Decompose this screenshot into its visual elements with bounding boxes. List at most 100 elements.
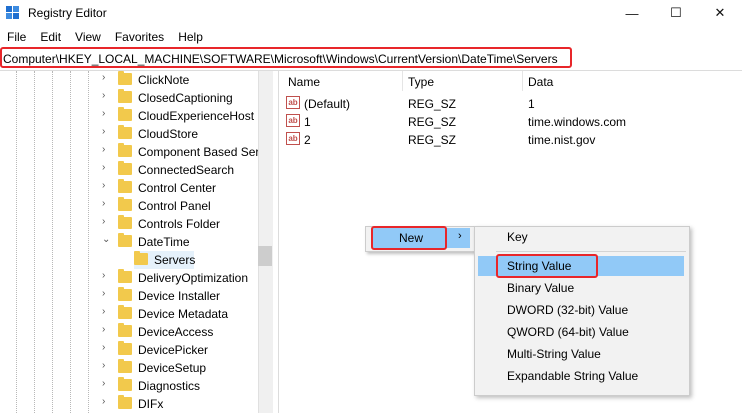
value-name: 1 <box>304 115 311 129</box>
value-row[interactable]: ab 1 REG_SZ time.windows.com <box>280 113 742 131</box>
tree-item-clicknote[interactable]: › ClickNote <box>0 71 258 89</box>
column-name[interactable]: Name <box>288 75 320 89</box>
chevron-right-icon[interactable]: › <box>102 180 105 191</box>
tree-item-closedcaptioning[interactable]: › ClosedCaptioning <box>0 89 258 107</box>
tree-item-label: DateTime <box>138 235 190 249</box>
folder-icon <box>118 107 132 121</box>
chevron-right-icon[interactable]: › <box>102 306 105 317</box>
value-data: time.windows.com <box>528 115 627 129</box>
column-data[interactable]: Data <box>528 75 553 89</box>
folder-icon <box>118 215 132 229</box>
tree-item-difx[interactable]: › DIFx <box>0 395 258 413</box>
tree-item-devicesetup[interactable]: › DeviceSetup <box>0 359 258 377</box>
tree-item-controls-folder[interactable]: › Controls Folder <box>0 215 258 233</box>
chevron-right-icon[interactable]: › <box>102 324 105 335</box>
tree-item-label: DeviceAccess <box>138 325 214 339</box>
menu-help[interactable]: Help <box>171 28 210 46</box>
string-value-icon: ab <box>286 132 300 145</box>
tree-item-label: Diagnostics <box>138 379 201 393</box>
tree-item-control-panel[interactable]: › Control Panel <box>0 197 258 215</box>
registry-tree[interactable]: › ClickNote › ClosedCaptioning › CloudExperie… <box>0 71 258 413</box>
submenu-item-binary-value[interactable]: Binary Value <box>507 281 574 295</box>
submenu-item-expandable-string-value[interactable]: Expandable String Value <box>507 369 638 383</box>
folder-icon <box>118 89 132 103</box>
menu-edit[interactable]: Edit <box>33 28 68 46</box>
chevron-right-icon[interactable]: › <box>102 198 105 209</box>
value-row[interactable]: ab (Default) REG_SZ 1 <box>280 95 742 113</box>
chevron-right-icon[interactable]: › <box>102 72 105 83</box>
tree-item-label: Control Center <box>138 181 217 195</box>
tree-item-datetime[interactable]: ⌄ DateTime <box>0 233 258 251</box>
folder-icon <box>118 71 132 85</box>
chevron-right-icon[interactable]: › <box>102 378 105 389</box>
tree-item-cloudexperiencehost[interactable]: › CloudExperienceHost <box>0 107 258 125</box>
value-row[interactable]: ab 2 REG_SZ time.nist.gov <box>280 131 742 149</box>
tree-item-deviceaccess[interactable]: › DeviceAccess <box>0 323 258 341</box>
folder-icon <box>118 395 132 409</box>
tree-item-label: Device Metadata <box>138 307 229 321</box>
chevron-down-icon[interactable]: ⌄ <box>102 234 110 245</box>
submenu-item-dword-32-bit-value[interactable]: DWORD (32-bit) Value <box>507 303 628 317</box>
tree-scrollbar[interactable] <box>258 71 273 413</box>
column-separator[interactable] <box>402 71 403 91</box>
chevron-right-icon[interactable]: › <box>102 162 105 173</box>
string-value-highlight-box <box>496 254 598 278</box>
value-data: 1 <box>528 97 535 111</box>
tree-item-label: Component Based Serv <box>138 145 258 159</box>
value-name: 2 <box>304 133 311 147</box>
chevron-right-icon[interactable]: › <box>102 360 105 371</box>
chevron-right-icon[interactable]: › <box>102 108 105 119</box>
tree-item-deliveryoptimization[interactable]: › DeliveryOptimization <box>0 269 258 287</box>
submenu-item-key[interactable]: Key <box>507 230 528 244</box>
tree-item-label: Device Installer <box>138 289 221 303</box>
folder-icon <box>134 251 148 265</box>
tree-item-connectedsearch[interactable]: › ConnectedSearch <box>0 161 258 179</box>
value-type: REG_SZ <box>408 133 457 147</box>
chevron-right-icon[interactable]: › <box>102 396 105 407</box>
minimize-button[interactable]: — <box>610 0 654 26</box>
tree-item-label: DeviceSetup <box>138 361 207 375</box>
tree-scroll-thumb[interactable] <box>258 246 272 266</box>
chevron-right-icon[interactable]: › <box>102 342 105 353</box>
chevron-right-icon[interactable]: › <box>102 144 105 155</box>
tree-item-cloudstore[interactable]: › CloudStore <box>0 125 258 143</box>
close-button[interactable]: ✕ <box>698 0 742 26</box>
menu-view[interactable]: View <box>68 28 108 46</box>
value-type: REG_SZ <box>408 115 457 129</box>
tree-item-label: ClosedCaptioning <box>138 91 233 105</box>
column-separator[interactable] <box>522 71 523 91</box>
chevron-right-icon: › <box>458 230 462 242</box>
tree-item-device-installer[interactable]: › Device Installer <box>0 287 258 305</box>
menu-file[interactable]: File <box>0 28 33 46</box>
tree-item-control-center[interactable]: › Control Center <box>0 179 258 197</box>
tree-item-component-based-serv[interactable]: › Component Based Serv <box>0 143 258 161</box>
folder-icon <box>118 323 132 337</box>
chevron-right-icon[interactable]: › <box>102 90 105 101</box>
folder-icon <box>118 359 132 373</box>
tree-item-label: ConnectedSearch <box>138 163 235 177</box>
tree-item-diagnostics[interactable]: › Diagnostics <box>0 377 258 395</box>
address-highlight-box <box>0 47 572 68</box>
folder-icon <box>118 269 132 283</box>
chevron-right-icon[interactable]: › <box>102 216 105 227</box>
folder-icon <box>118 161 132 175</box>
tree-item-devicepicker[interactable]: › DevicePicker <box>0 341 258 359</box>
maximize-button[interactable]: ☐ <box>654 0 698 26</box>
pane-divider[interactable] <box>278 71 279 413</box>
tree-item-label: Controls Folder <box>138 217 221 231</box>
folder-icon <box>118 341 132 355</box>
tree-item-servers[interactable]: Servers <box>0 251 258 269</box>
chevron-right-icon[interactable]: › <box>102 288 105 299</box>
folder-icon <box>118 377 132 391</box>
column-type[interactable]: Type <box>408 75 434 89</box>
title-bar: Registry Editor — ☐ ✕ <box>0 0 742 26</box>
submenu-item-multi-string-value[interactable]: Multi-String Value <box>507 347 601 361</box>
value-type: REG_SZ <box>408 97 457 111</box>
chevron-right-icon[interactable]: › <box>102 270 105 281</box>
menu-bar: File Edit View Favorites Help <box>0 28 210 46</box>
tree-item-label: ClickNote <box>138 73 190 87</box>
submenu-item-qword-64-bit-value[interactable]: QWORD (64-bit) Value <box>507 325 629 339</box>
menu-favorites[interactable]: Favorites <box>108 28 171 46</box>
chevron-right-icon[interactable]: › <box>102 126 105 137</box>
tree-item-device-metadata[interactable]: › Device Metadata <box>0 305 258 323</box>
